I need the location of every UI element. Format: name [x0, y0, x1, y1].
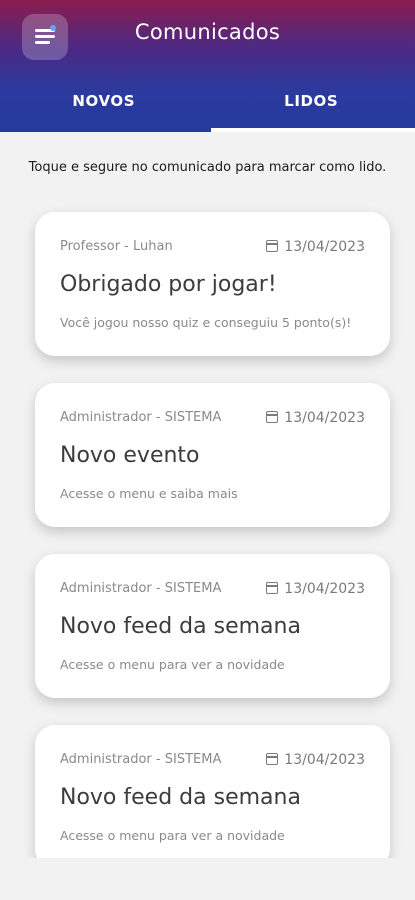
- announcement-card[interactable]: Administrador - SISTEMA 13/04/2023 Novo …: [35, 725, 390, 869]
- card-subtitle: Você jogou nosso quiz e conseguiu 5 pont…: [60, 315, 352, 330]
- card-title: Novo feed da semana: [60, 614, 301, 639]
- card-author: Administrador - SISTEMA: [60, 581, 222, 596]
- calendar-icon: [266, 582, 279, 594]
- card-subtitle: Acesse o menu e saiba mais: [60, 486, 238, 501]
- calendar-icon: [266, 411, 279, 423]
- calendar-icon: [266, 753, 279, 765]
- card-date: 13/04/2023: [266, 410, 365, 426]
- card-author: Administrador - SISTEMA: [60, 410, 222, 425]
- card-title: Novo feed da semana: [60, 785, 301, 810]
- announcement-card[interactable]: Professor - Luhan 13/04/2023 Obrigado po…: [35, 212, 390, 356]
- tab-lidos[interactable]: LIDOS: [208, 76, 415, 132]
- card-date: 13/04/2023: [266, 239, 365, 255]
- bottom-area: [0, 858, 415, 900]
- hint-text: Toque e segure no comunicado para marcar…: [28, 160, 387, 175]
- announcement-card[interactable]: Administrador - SISTEMA 13/04/2023 Novo …: [35, 383, 390, 527]
- active-tab-indicator: [211, 128, 415, 132]
- calendar-icon: [266, 240, 279, 252]
- card-subtitle: Acesse o menu para ver a novidade: [60, 657, 285, 672]
- tab-bar: NOVOS LIDOS: [0, 76, 415, 132]
- card-author: Professor - Luhan: [60, 239, 173, 254]
- card-subtitle: Acesse o menu para ver a novidade: [60, 828, 285, 843]
- card-title: Novo evento: [60, 443, 200, 468]
- card-date: 13/04/2023: [266, 581, 365, 597]
- announcement-card[interactable]: Administrador - SISTEMA 13/04/2023 Novo …: [35, 554, 390, 698]
- page-title: Comunicados: [134, 20, 281, 44]
- app-header: Comunicados NOVOS LIDOS: [0, 0, 415, 132]
- card-date: 13/04/2023: [266, 752, 365, 768]
- tab-novos[interactable]: NOVOS: [0, 76, 208, 132]
- card-title: Obrigado por jogar!: [60, 272, 277, 297]
- card-author: Administrador - SISTEMA: [60, 752, 222, 767]
